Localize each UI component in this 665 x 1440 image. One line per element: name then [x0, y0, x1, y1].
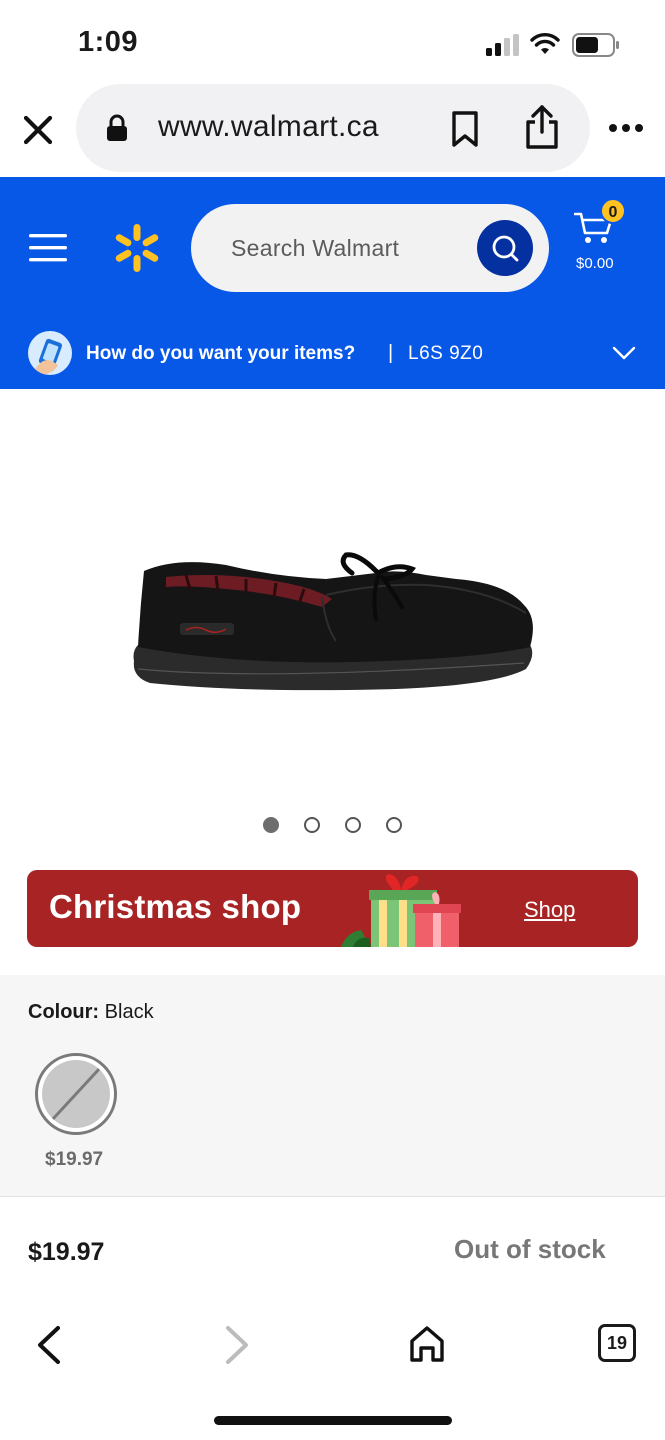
pagination-dot[interactable]: [345, 817, 361, 833]
tab-count: 19: [606, 1333, 628, 1353]
status-time: 1:09: [78, 26, 139, 58]
price-bar: $19.97 Out of stock: [0, 1198, 665, 1302]
postal-code: L6S 9Z0: [408, 343, 484, 364]
cellular-signal-icon: [486, 34, 519, 56]
menu-icon[interactable]: [28, 233, 68, 263]
colour-label-key: Colour:: [28, 1001, 100, 1023]
close-icon[interactable]: [18, 110, 58, 150]
search-input[interactable]: Search Walmart: [191, 204, 549, 292]
colour-value: Black: [104, 1001, 154, 1023]
forward-icon[interactable]: [222, 1324, 252, 1366]
gifts-illustration: [341, 874, 461, 947]
product-price: $19.97: [28, 1238, 105, 1266]
browser-bottom-nav: 19: [0, 1302, 665, 1440]
promo-title: Christmas shop: [49, 888, 302, 925]
pagination-dot[interactable]: [386, 817, 402, 833]
bookmark-icon[interactable]: [450, 110, 480, 148]
christmas-promo-banner[interactable]: Christmas shop Shop: [27, 870, 638, 947]
product-image: [133, 552, 533, 691]
chevron-down-icon[interactable]: [612, 345, 636, 361]
search-icon: [492, 235, 519, 262]
promo-shop-link[interactable]: Shop: [524, 897, 575, 923]
lock-icon: [107, 114, 127, 141]
browser-toolbar: www.walmart.ca: [0, 84, 665, 176]
wifi-icon: [530, 33, 560, 54]
cart-count-badge: 0: [600, 198, 626, 224]
tabs-icon[interactable]: 19: [598, 1324, 636, 1362]
colour-selector: Colour: Black $19.97: [0, 975, 665, 1197]
cart-button[interactable]: 0 $0.00: [570, 198, 630, 273]
search-placeholder: Search Walmart: [231, 235, 400, 261]
site-header: Search Walmart 0 $0.00 How do you want y…: [0, 177, 665, 389]
image-pagination: [0, 817, 665, 837]
delivery-separator: |: [388, 342, 394, 364]
address-bar[interactable]: www.walmart.ca: [76, 84, 590, 172]
swatch-unavailable: [42, 1060, 110, 1128]
delivery-icon: [28, 331, 72, 375]
colour-label: Colour: Black: [28, 1001, 154, 1024]
stock-status: Out of stock: [454, 1234, 606, 1264]
swatch-price: $19.97: [45, 1149, 104, 1170]
cart-total: $0.00: [576, 255, 614, 272]
walmart-spark-logo[interactable]: [112, 223, 162, 273]
delivery-question: How do you want your items?: [86, 343, 356, 364]
search-button[interactable]: [477, 220, 533, 276]
pagination-dot[interactable]: [304, 817, 320, 833]
pagination-dot[interactable]: [263, 817, 279, 833]
colour-swatch-black[interactable]: [35, 1053, 117, 1135]
url-text: www.walmart.ca: [158, 110, 379, 143]
home-indicator: [214, 1416, 452, 1425]
back-icon[interactable]: [34, 1324, 64, 1366]
status-bar: 1:09: [0, 0, 665, 84]
product-image-carousel[interactable]: [0, 389, 665, 859]
more-icon[interactable]: [608, 122, 644, 134]
share-icon[interactable]: [524, 104, 560, 150]
home-icon[interactable]: [408, 1324, 446, 1364]
delivery-selector[interactable]: How do you want your items? | L6S 9Z0: [0, 323, 665, 389]
battery-icon: [572, 33, 619, 57]
